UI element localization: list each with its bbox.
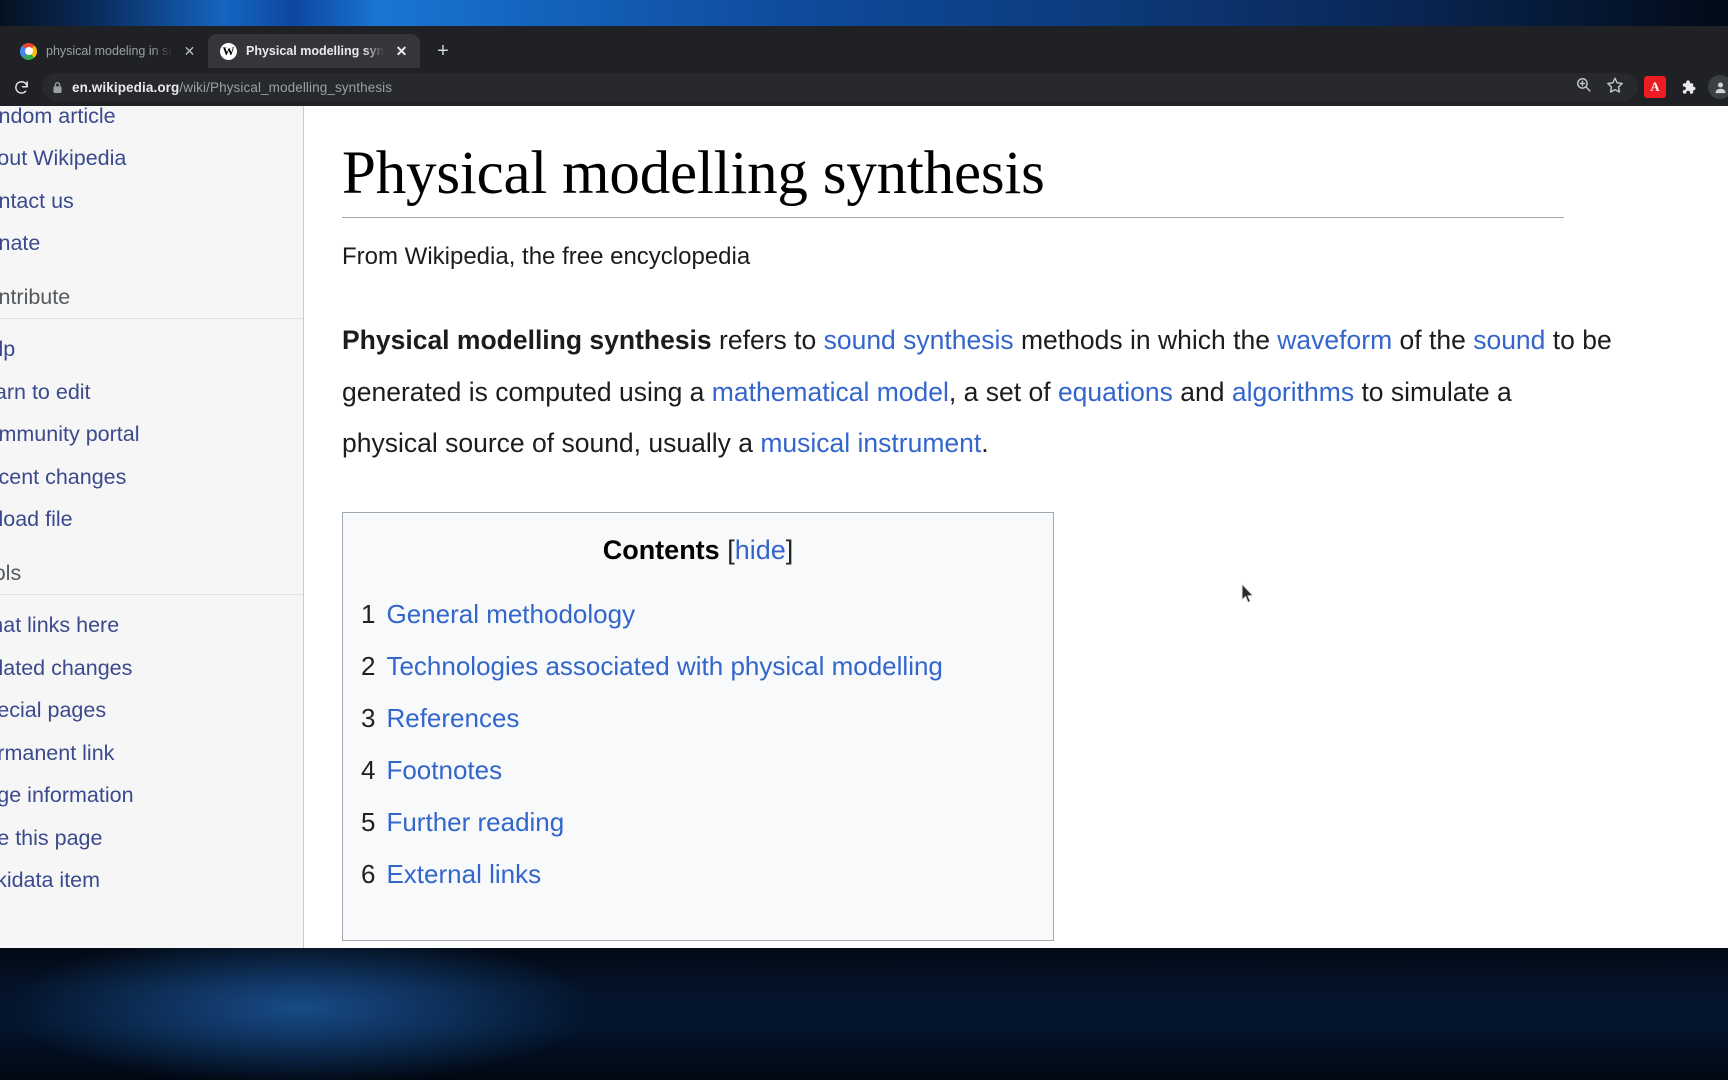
url-path: /wiki/Physical_modelling_synthesis <box>179 79 393 95</box>
new-tab-button[interactable]: + <box>428 36 458 66</box>
toc-item-number: 4 <box>361 754 376 785</box>
wikipedia-icon: W <box>220 42 237 60</box>
toc-hide-link[interactable]: hide <box>735 535 786 565</box>
tab-title: physical modeling in serum - G <box>46 44 172 58</box>
toc-link-references[interactable]: References <box>386 705 519 731</box>
table-of-contents: Contents [hide] 1 General methodology 2 … <box>342 511 1054 941</box>
sidebar-item-contact-us[interactable]: Contact us <box>0 180 303 223</box>
page-title: Physical modelling synthesis <box>342 141 1564 218</box>
toc-link-footnotes[interactable]: Footnotes <box>386 757 502 783</box>
link-musical-instrument[interactable]: musical instrument <box>760 428 981 458</box>
sidebar-item-learn-to-edit[interactable]: Learn to edit <box>0 371 303 414</box>
toc-item[interactable]: 5 Further reading <box>343 796 1053 848</box>
lead-bold-term: Physical modelling synthesis <box>342 324 712 355</box>
wikipedia-sidebar: Random article About Wikipedia Contact u… <box>0 106 304 948</box>
sidebar-item-community-portal[interactable]: Community portal <box>0 414 303 457</box>
sidebar-heading-contribute: Contribute <box>0 265 303 319</box>
close-icon[interactable]: ✕ <box>393 43 410 60</box>
google-icon <box>20 42 37 60</box>
toc-item[interactable]: 1 General methodology <box>343 588 1053 640</box>
toc-bracket-close: ] <box>785 534 794 565</box>
sidebar-heading-tools: Tools <box>0 541 303 595</box>
article-content: Physical modelling synthesis From Wikipe… <box>304 106 1728 948</box>
toc-link-technologies-associated[interactable]: Technologies associated with physical mo… <box>386 653 942 679</box>
toc-item[interactable]: 2 Technologies associated with physical … <box>343 640 1053 692</box>
star-icon[interactable] <box>1606 76 1624 99</box>
toc-heading-label: Contents <box>602 534 720 565</box>
toc-link-further-reading[interactable]: Further reading <box>386 809 564 835</box>
url-host: en.wikipedia.org <box>72 79 180 95</box>
browser-tab-wikipedia[interactable]: W Physical modelling synthesis - ✕ <box>208 34 420 68</box>
browser-toolbar: en.wikipedia.org/wiki/Physical_modelling… <box>0 68 1728 106</box>
lead-text: and <box>1172 376 1232 407</box>
toc-item-number: 2 <box>361 650 376 681</box>
lock-icon <box>52 81 63 94</box>
toc-item[interactable]: 6 External links <box>343 848 1053 900</box>
omnibox-actions <box>1575 76 1628 99</box>
puzzle-piece-icon[interactable] <box>1676 76 1698 98</box>
url-text: en.wikipedia.org/wiki/Physical_modelling… <box>72 80 392 95</box>
toc-item-number: 6 <box>361 858 376 889</box>
toc-item[interactable]: 4 Footnotes <box>343 744 1053 796</box>
adobe-pdf-extension-icon[interactable]: A <box>1644 76 1666 98</box>
extensions-row: A <box>1644 75 1728 99</box>
sidebar-item-page-information[interactable]: Page information <box>0 775 303 818</box>
link-waveform[interactable]: waveform <box>1277 325 1392 355</box>
close-icon[interactable]: ✕ <box>181 43 198 60</box>
sidebar-item-wikidata-item[interactable]: Wikidata item <box>0 860 303 903</box>
toc-item-number: 5 <box>361 806 376 837</box>
tab-title: Physical modelling synthesis - <box>246 44 384 58</box>
toc-item-number: 1 <box>361 598 376 629</box>
lead-text: , a set of <box>948 376 1058 407</box>
avatar-icon[interactable] <box>1708 75 1728 99</box>
sidebar-item-help[interactable]: Help <box>0 329 303 372</box>
sidebar-item-donate[interactable]: Donate <box>0 223 303 266</box>
link-equations[interactable]: equations <box>1058 377 1173 407</box>
lead-text: of the <box>1392 324 1474 355</box>
tab-strip: physical modeling in serum - G ✕ W Physi… <box>0 26 1728 68</box>
sidebar-item-what-links-here[interactable]: What links here <box>0 605 303 648</box>
link-sound-synthesis[interactable]: sound synthesis <box>824 325 1014 355</box>
lead-text: . <box>981 428 989 459</box>
reload-icon[interactable] <box>6 72 36 102</box>
sidebar-item-cite-this-page[interactable]: Cite this page <box>0 817 303 860</box>
toc-link-general-methodology[interactable]: General methodology <box>386 601 635 627</box>
article-tagline: From Wikipedia, the free encyclopedia <box>342 242 751 270</box>
sidebar-item-related-changes[interactable]: Related changes <box>0 647 303 690</box>
sidebar-item-upload-file[interactable]: Upload file <box>0 499 303 542</box>
browser-window: physical modeling in serum - G ✕ W Physi… <box>0 26 1728 948</box>
toc-item[interactable]: 3 References <box>343 692 1053 744</box>
zoom-in-icon[interactable] <box>1575 76 1592 98</box>
toc-header: Contents [hide] <box>343 535 1053 566</box>
link-sound[interactable]: sound <box>1473 325 1545 355</box>
browser-tab-google-search[interactable]: physical modeling in serum - G ✕ <box>8 34 208 68</box>
sidebar-item-special-pages[interactable]: Special pages <box>0 690 303 733</box>
lead-text: refers to <box>711 324 824 355</box>
link-algorithms[interactable]: algorithms <box>1232 377 1354 407</box>
sidebar-item-permanent-link[interactable]: Permanent link <box>0 732 303 775</box>
page-viewport: Random article About Wikipedia Contact u… <box>0 106 1728 948</box>
toc-item-number: 3 <box>361 702 376 733</box>
lead-text: methods in which the <box>1013 324 1278 355</box>
toc-bracket-open: [ <box>727 534 735 565</box>
toc-link-external-links[interactable]: External links <box>386 861 541 887</box>
sidebar-item-recent-changes[interactable]: Recent changes <box>0 456 303 499</box>
address-bar[interactable]: en.wikipedia.org/wiki/Physical_modelling… <box>42 73 1638 101</box>
sidebar-item-random-article[interactable]: Random article <box>0 106 303 138</box>
link-mathematical-model[interactable]: mathematical model <box>712 377 949 407</box>
sidebar-item-about-wikipedia[interactable]: About Wikipedia <box>0 138 303 181</box>
sidebar-inner: Random article About Wikipedia Contact u… <box>0 106 303 903</box>
lead-paragraph: Physical modelling synthesis refers to s… <box>342 315 1612 470</box>
